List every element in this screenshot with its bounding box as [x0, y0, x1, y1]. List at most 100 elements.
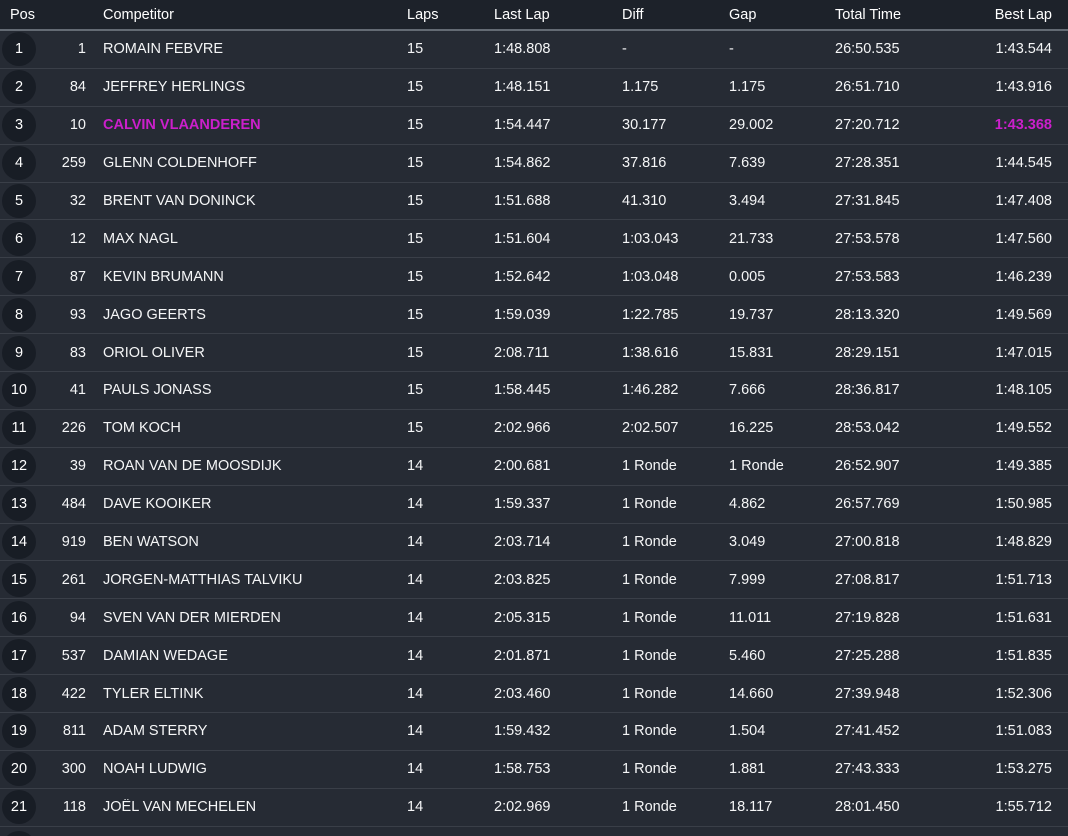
laps-value: 15: [405, 345, 492, 361]
gap-value: 11.011: [727, 610, 833, 626]
gap-value: 1.504: [727, 723, 833, 739]
diff-value: 1 Ronde: [620, 572, 727, 588]
position-badge: 15: [2, 563, 36, 597]
last-lap-value: 1:58.753: [492, 761, 620, 777]
position-badge-wrap: [0, 829, 46, 836]
laps-value: 15: [405, 193, 492, 209]
laps-value: 15: [405, 231, 492, 247]
result-row[interactable]: 5 32 BRENT VAN DONINCK 15 1:51.688 41.31…: [0, 183, 1068, 221]
result-row[interactable]: 17 537 DAMIAN WEDAGE 14 2:01.871 1 Ronde…: [0, 637, 1068, 675]
result-row[interactable]: 9 83 ORIOL OLIVER 15 2:08.711 1:38.616 1…: [0, 334, 1068, 372]
result-row[interactable]: 10 41 PAULS JONASS 15 1:58.445 1:46.282 …: [0, 372, 1068, 410]
rider-name: JAGO GEERTS: [86, 307, 405, 323]
best-lap-value: 1:49.569: [984, 307, 1068, 323]
rider-number: 41: [46, 382, 86, 398]
rider-name: SVEN VAN DER MIERDEN: [86, 610, 405, 626]
rider-number: 93: [46, 307, 86, 323]
result-row[interactable]: 4 259 GLENN COLDENHOFF 15 1:54.862 37.81…: [0, 145, 1068, 183]
position-badge: [2, 831, 36, 836]
position-badge-wrap: 16: [0, 601, 46, 635]
result-row[interactable]: 11 226 TOM KOCH 15 2:02.966 2:02.507 16.…: [0, 410, 1068, 448]
position-badge: 14: [2, 525, 36, 559]
result-row[interactable]: 6 12 MAX NAGL 15 1:51.604 1:03.043 21.73…: [0, 220, 1068, 258]
total-time-value: 27:31.845: [833, 193, 984, 209]
result-row[interactable]: 1 1 ROMAIN FEBVRE 15 1:48.808 - - 26:50.…: [0, 31, 1068, 69]
total-time-value: 26:51.710: [833, 79, 984, 95]
total-time-value: 27:28.351: [833, 155, 984, 171]
position-badge-wrap: 9: [0, 336, 46, 370]
total-time-value: 26:52.907: [833, 458, 984, 474]
last-lap-value: 2:03.825: [492, 572, 620, 588]
rider-name: ROAN VAN DE MOOSDIJK: [86, 458, 405, 474]
best-lap-value: 1:51.631: [984, 610, 1068, 626]
result-row[interactable]: 13 484 DAVE KOOIKER 14 1:59.337 1 Ronde …: [0, 486, 1068, 524]
last-lap-value: 1:59.432: [492, 723, 620, 739]
result-row[interactable]: 21 118 JOËL VAN MECHELEN 14 2:02.969 1 R…: [0, 789, 1068, 827]
result-row[interactable]: 15 261 JORGEN-MATTHIAS TALVIKU 14 2:03.8…: [0, 561, 1068, 599]
rider-name: GLENN COLDENHOFF: [86, 155, 405, 171]
diff-value: 1.175: [620, 79, 727, 95]
diff-value: 1:03.043: [620, 231, 727, 247]
diff-value: 1 Ronde: [620, 534, 727, 550]
laps-value: 15: [405, 41, 492, 57]
diff-value: 1 Ronde: [620, 761, 727, 777]
diff-value: 1 Ronde: [620, 496, 727, 512]
laps-value: 15: [405, 307, 492, 323]
position-badge-wrap: 1: [0, 32, 46, 66]
rider-number: 94: [46, 610, 86, 626]
result-row[interactable]: 7 87 KEVIN BRUMANN 15 1:52.642 1:03.048 …: [0, 258, 1068, 296]
result-row[interactable]: 20 300 NOAH LUDWIG 14 1:58.753 1 Ronde 1…: [0, 751, 1068, 789]
position-badge-wrap: 20: [0, 752, 46, 786]
best-lap-value: 1:47.560: [984, 231, 1068, 247]
last-lap-value: 2:05.315: [492, 610, 620, 626]
best-lap-value: 1:43.544: [984, 41, 1068, 57]
position-badge: 13: [2, 487, 36, 521]
diff-value: 1 Ronde: [620, 610, 727, 626]
total-time-value: 28:13.320: [833, 307, 984, 323]
position-badge: 7: [2, 260, 36, 294]
result-row[interactable]: 8 93 JAGO GEERTS 15 1:59.039 1:22.785 19…: [0, 296, 1068, 334]
column-header-gap: Gap: [727, 7, 833, 23]
result-row[interactable]: 12 39 ROAN VAN DE MOOSDIJK 14 2:00.681 1…: [0, 448, 1068, 486]
last-lap-value: 1:51.604: [492, 231, 620, 247]
partially-visible-next-row: [0, 827, 1068, 836]
column-header-diff: Diff: [620, 7, 727, 23]
gap-value: 0.005: [727, 269, 833, 285]
rider-name: ORIOL OLIVER: [86, 345, 405, 361]
rider-number: 226: [46, 420, 86, 436]
diff-value: 1:46.282: [620, 382, 727, 398]
best-lap-value: 1:49.385: [984, 458, 1068, 474]
result-row[interactable]: 2 84 JEFFREY HERLINGS 15 1:48.151 1.175 …: [0, 69, 1068, 107]
rider-name: KEVIN BRUMANN: [86, 269, 405, 285]
gap-value: 1 Ronde: [727, 458, 833, 474]
diff-value: 1:38.616: [620, 345, 727, 361]
last-lap-value: 2:03.460: [492, 686, 620, 702]
position-badge: 17: [2, 639, 36, 673]
last-lap-value: 1:48.808: [492, 41, 620, 57]
last-lap-value: 2:03.714: [492, 534, 620, 550]
position-badge: 11: [2, 411, 36, 445]
result-row[interactable]: 18 422 TYLER ELTINK 14 2:03.460 1 Ronde …: [0, 675, 1068, 713]
position-badge: 3: [2, 108, 36, 142]
diff-value: 30.177: [620, 117, 727, 133]
gap-value: 7.999: [727, 572, 833, 588]
result-row[interactable]: 16 94 SVEN VAN DER MIERDEN 14 2:05.315 1…: [0, 599, 1068, 637]
best-lap-value: 1:53.275: [984, 761, 1068, 777]
gap-value: 29.002: [727, 117, 833, 133]
result-row[interactable]: 3 10 CALVIN VLAANDEREN 15 1:54.447 30.17…: [0, 107, 1068, 145]
column-header-total-time: Total Time: [833, 7, 984, 23]
laps-value: 14: [405, 723, 492, 739]
total-time-value: 28:29.151: [833, 345, 984, 361]
diff-value: 2:02.507: [620, 420, 727, 436]
result-row[interactable]: 14 919 BEN WATSON 14 2:03.714 1 Ronde 3.…: [0, 524, 1068, 562]
position-badge: 1: [2, 32, 36, 66]
result-row[interactable]: 19 811 ADAM STERRY 14 1:59.432 1 Ronde 1…: [0, 713, 1068, 751]
rider-name: MAX NAGL: [86, 231, 405, 247]
laps-value: 15: [405, 382, 492, 398]
best-lap-value: 1:52.306: [984, 686, 1068, 702]
gap-value: 3.494: [727, 193, 833, 209]
column-header-pos: Pos: [0, 7, 86, 23]
best-lap-value: 1:51.083: [984, 723, 1068, 739]
total-time-value: 27:08.817: [833, 572, 984, 588]
rider-number: 39: [46, 458, 86, 474]
